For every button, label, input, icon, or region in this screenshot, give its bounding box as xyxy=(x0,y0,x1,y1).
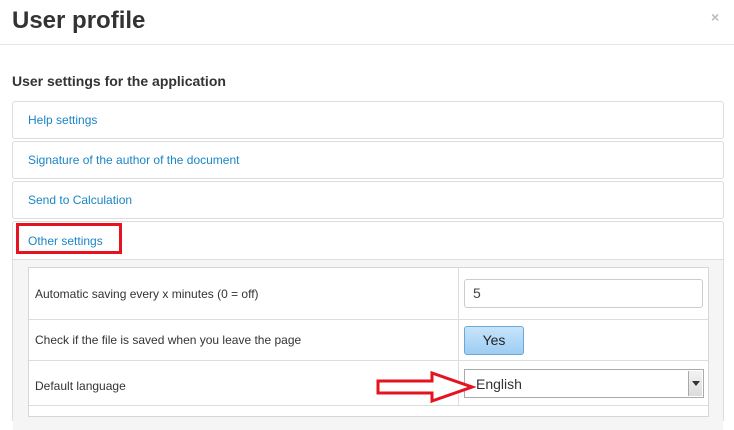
table-row: Automatic saving every x minutes (0 = of… xyxy=(29,268,708,320)
panel-link-send-to-calculation[interactable]: Send to Calculation xyxy=(28,193,132,207)
panel-link-signature[interactable]: Signature of the author of the document xyxy=(28,153,239,167)
check-saved-toggle-button[interactable]: Yes xyxy=(464,326,524,355)
dialog-header: User profile × xyxy=(0,0,734,45)
row-value-cell: 5 xyxy=(459,268,708,319)
check-saved-label: Check if the file is saved when you leav… xyxy=(35,333,302,347)
settings-table: Automatic saving every x minutes (0 = of… xyxy=(28,267,709,417)
panel-help-settings[interactable]: Help settings xyxy=(12,101,724,139)
default-language-select[interactable]: English xyxy=(464,369,704,398)
panel-send-to-calculation[interactable]: Send to Calculation xyxy=(12,181,724,219)
annotation-highlight-box xyxy=(16,223,122,254)
default-language-value: English xyxy=(476,376,522,392)
arrow-right-icon xyxy=(376,371,476,403)
panel-signature[interactable]: Signature of the author of the document xyxy=(12,141,724,179)
autosave-label: Automatic saving every x minutes (0 = of… xyxy=(35,287,259,301)
table-row: Default language English xyxy=(29,361,708,406)
row-value-cell: Yes xyxy=(459,320,708,360)
autosave-minutes-input[interactable]: 5 xyxy=(464,279,703,308)
panel-link-help-settings[interactable]: Help settings xyxy=(28,113,97,127)
default-language-label: Default language xyxy=(35,379,126,393)
table-row: Check if the file is saved when you leav… xyxy=(29,320,708,361)
row-label-cell: Automatic saving every x minutes (0 = of… xyxy=(29,268,459,319)
chevron-down-icon[interactable] xyxy=(688,371,702,396)
page-title: User profile xyxy=(12,7,146,34)
section-heading: User settings for the application xyxy=(12,73,226,89)
row-value-cell: English xyxy=(459,361,708,405)
row-label-cell: Check if the file is saved when you leav… xyxy=(29,320,459,360)
close-icon[interactable]: × xyxy=(711,10,719,24)
